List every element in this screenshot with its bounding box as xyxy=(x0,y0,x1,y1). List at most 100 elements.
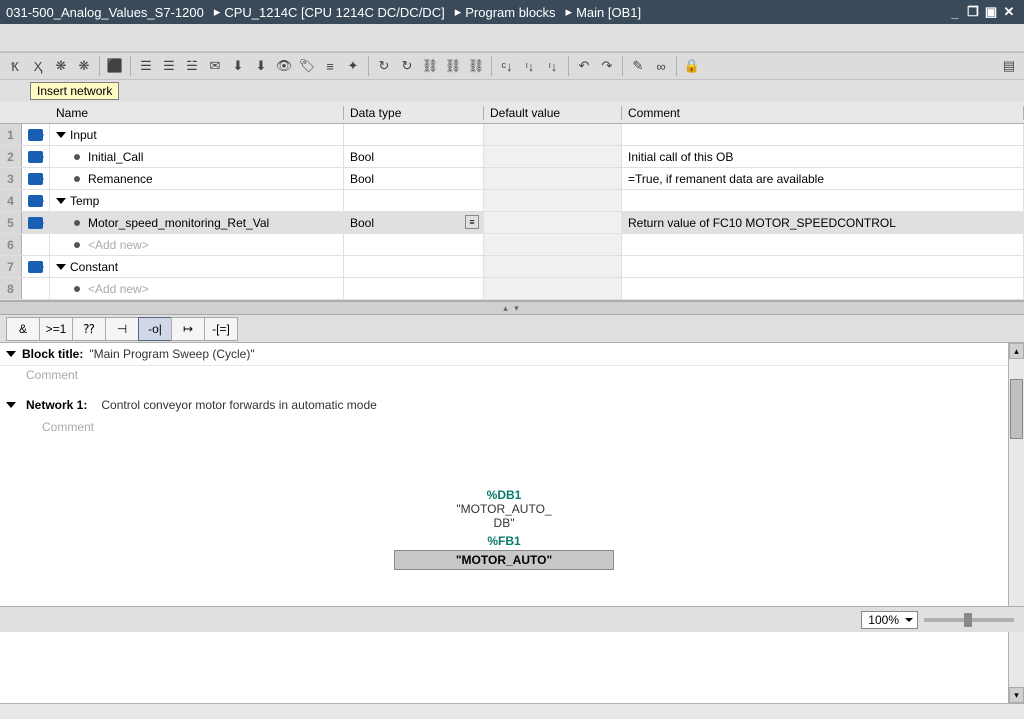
block-title-row[interactable]: Block title: "Main Program Sweep (Cycle)… xyxy=(0,343,1008,366)
tb-outdent-icon[interactable]: ☰ xyxy=(158,55,180,77)
h-scroll-area[interactable] xyxy=(0,703,1024,719)
tb-c3-icon[interactable]: ᶦ↓ xyxy=(542,55,564,77)
col-comment[interactable]: Comment xyxy=(622,106,1024,120)
var-name-cell[interactable]: <Add new> xyxy=(50,278,344,299)
var-comment-cell[interactable] xyxy=(622,124,1024,145)
table-row[interactable]: 8<Add new> xyxy=(0,278,1024,300)
tb-eq-icon[interactable]: ☱ xyxy=(181,55,203,77)
collapse-icon[interactable] xyxy=(6,402,16,408)
program-element-button[interactable]: ⁇ xyxy=(72,317,106,341)
tb-kx-icon[interactable]: Ҟ xyxy=(4,55,26,77)
fb-call-block[interactable]: %DB1 "MOTOR_AUTO_ DB" %FB1 "MOTOR_AUTO" xyxy=(394,488,614,570)
close-button[interactable]: ✕ xyxy=(1000,4,1018,20)
table-row[interactable]: 7Constant xyxy=(0,256,1024,278)
block-title-value[interactable]: "Main Program Sweep (Cycle)" xyxy=(89,347,254,361)
program-element-button[interactable]: -o| xyxy=(138,317,172,341)
var-default-cell[interactable] xyxy=(484,146,622,167)
tb-link3-icon[interactable]: ⛓ xyxy=(465,55,487,77)
program-element-button[interactable]: ⊣ xyxy=(105,317,139,341)
var-type-cell[interactable] xyxy=(344,190,484,211)
tb-indent-icon[interactable]: ☰ xyxy=(135,55,157,77)
vertical-scrollbar[interactable]: ▴ ▾ xyxy=(1008,343,1024,703)
tb-link1-icon[interactable]: ⛓ xyxy=(419,55,441,77)
breadcrumb-part[interactable]: Program blocks xyxy=(465,5,555,20)
var-default-cell[interactable] xyxy=(484,256,622,277)
var-default-cell[interactable] xyxy=(484,124,622,145)
tb-tag-icon[interactable]: 🏷 xyxy=(296,55,318,77)
var-comment-cell[interactable] xyxy=(622,256,1024,277)
var-comment-cell[interactable]: =True, if remanent data are available xyxy=(622,168,1024,189)
tb-refresh2-icon[interactable]: ↻ xyxy=(396,55,418,77)
tb-star-icon[interactable]: ✦ xyxy=(342,55,364,77)
tb-redo-icon[interactable]: ↷ xyxy=(596,55,618,77)
var-type-cell[interactable]: Bool xyxy=(344,168,484,189)
var-name-cell[interactable]: Constant xyxy=(50,256,344,277)
table-row[interactable]: 2Initial_CallBoolInitial call of this OB xyxy=(0,146,1024,168)
col-type[interactable]: Data type xyxy=(344,106,484,120)
table-row[interactable]: 1Input xyxy=(0,124,1024,146)
scroll-up-icon[interactable]: ▴ xyxy=(1009,343,1024,359)
tb-download1-icon[interactable]: ⬇ xyxy=(227,55,249,77)
collapse-icon[interactable] xyxy=(6,351,16,357)
program-element-button[interactable]: >=1 xyxy=(39,317,73,341)
program-element-button[interactable]: & xyxy=(6,317,40,341)
zoom-slider[interactable] xyxy=(924,618,1014,622)
tb-panel-icon[interactable]: ▤ xyxy=(998,55,1020,77)
var-name-cell[interactable]: Temp xyxy=(50,190,344,211)
tb-link2-icon[interactable]: ⛓ xyxy=(442,55,464,77)
var-name-cell[interactable]: Input xyxy=(50,124,344,145)
col-name[interactable]: Name xyxy=(50,106,344,120)
tb-light1-icon[interactable]: ❋ xyxy=(50,55,72,77)
network-comment[interactable]: Comment xyxy=(0,418,1008,448)
var-comment-cell[interactable]: Return value of FC10 MOTOR_SPEEDCONTROL xyxy=(622,212,1024,233)
tb-c1-icon[interactable]: ᶜ↓ xyxy=(496,55,518,77)
tb-download2-icon[interactable]: ⬇ xyxy=(250,55,272,77)
maximize-button[interactable]: ▣ xyxy=(982,4,1000,20)
zoom-select[interactable]: 100% xyxy=(861,611,918,629)
block-comment[interactable]: Comment xyxy=(0,366,1008,392)
table-row[interactable]: 6<Add new> xyxy=(0,234,1024,256)
table-row[interactable]: 3RemanenceBool=True, if remanent data ar… xyxy=(0,168,1024,190)
tb-x-icon[interactable]: Ҳ xyxy=(27,55,49,77)
var-comment-cell[interactable] xyxy=(622,234,1024,255)
var-type-cell[interactable] xyxy=(344,278,484,299)
tb-comment-icon[interactable]: ✉ xyxy=(204,55,226,77)
restore-button[interactable]: ❐ xyxy=(964,4,982,20)
table-row[interactable]: 5Motor_speed_monitoring_Ret_ValBool≡Retu… xyxy=(0,212,1024,234)
minimize-button[interactable]: _ xyxy=(946,5,964,20)
var-default-cell[interactable] xyxy=(484,234,622,255)
tb-monitor-icon[interactable]: 👁 xyxy=(273,55,295,77)
var-type-cell[interactable]: Bool xyxy=(344,146,484,167)
network-desc[interactable]: Control conveyor motor forwards in autom… xyxy=(101,398,376,412)
var-default-cell[interactable] xyxy=(484,212,622,233)
tb-light2-icon[interactable]: ❋ xyxy=(73,55,95,77)
program-element-button[interactable]: -[=] xyxy=(204,317,238,341)
var-comment-cell[interactable]: Initial call of this OB xyxy=(622,146,1024,167)
scroll-down-icon[interactable]: ▾ xyxy=(1009,687,1024,703)
tb-list-icon[interactable]: ≡ xyxy=(319,55,341,77)
breadcrumb-part[interactable]: Main [OB1] xyxy=(576,5,641,20)
var-default-cell[interactable] xyxy=(484,278,622,299)
network-header[interactable]: Network 1: Control conveyor motor forwar… xyxy=(0,392,1008,418)
scroll-thumb[interactable] xyxy=(1010,379,1023,439)
var-name-cell[interactable]: <Add new> xyxy=(50,234,344,255)
breadcrumb-part[interactable]: 031-500_Analog_Values_S7-1200 xyxy=(6,5,204,20)
program-element-button[interactable]: ↦ xyxy=(171,317,205,341)
var-comment-cell[interactable] xyxy=(622,278,1024,299)
var-default-cell[interactable] xyxy=(484,168,622,189)
tb-refresh1-icon[interactable]: ↻ xyxy=(373,55,395,77)
var-name-cell[interactable]: Motor_speed_monitoring_Ret_Val xyxy=(50,212,344,233)
tb-tool1-icon[interactable]: ✎ xyxy=(627,55,649,77)
tb-lock-icon[interactable]: 🔒 xyxy=(681,55,703,77)
tb-undo-icon[interactable]: ↶ xyxy=(573,55,595,77)
table-row[interactable]: 4Temp xyxy=(0,190,1024,212)
var-type-cell[interactable] xyxy=(344,234,484,255)
var-default-cell[interactable] xyxy=(484,190,622,211)
tb-c2-icon[interactable]: ᶦ↓ xyxy=(519,55,541,77)
var-comment-cell[interactable] xyxy=(622,190,1024,211)
tb-tool2-icon[interactable]: ∞ xyxy=(650,55,672,77)
type-picker-icon[interactable]: ≡ xyxy=(465,215,479,229)
splitter[interactable]: ▴ ▾ xyxy=(0,301,1024,315)
var-name-cell[interactable]: Initial_Call xyxy=(50,146,344,167)
zoom-thumb[interactable] xyxy=(964,613,972,627)
